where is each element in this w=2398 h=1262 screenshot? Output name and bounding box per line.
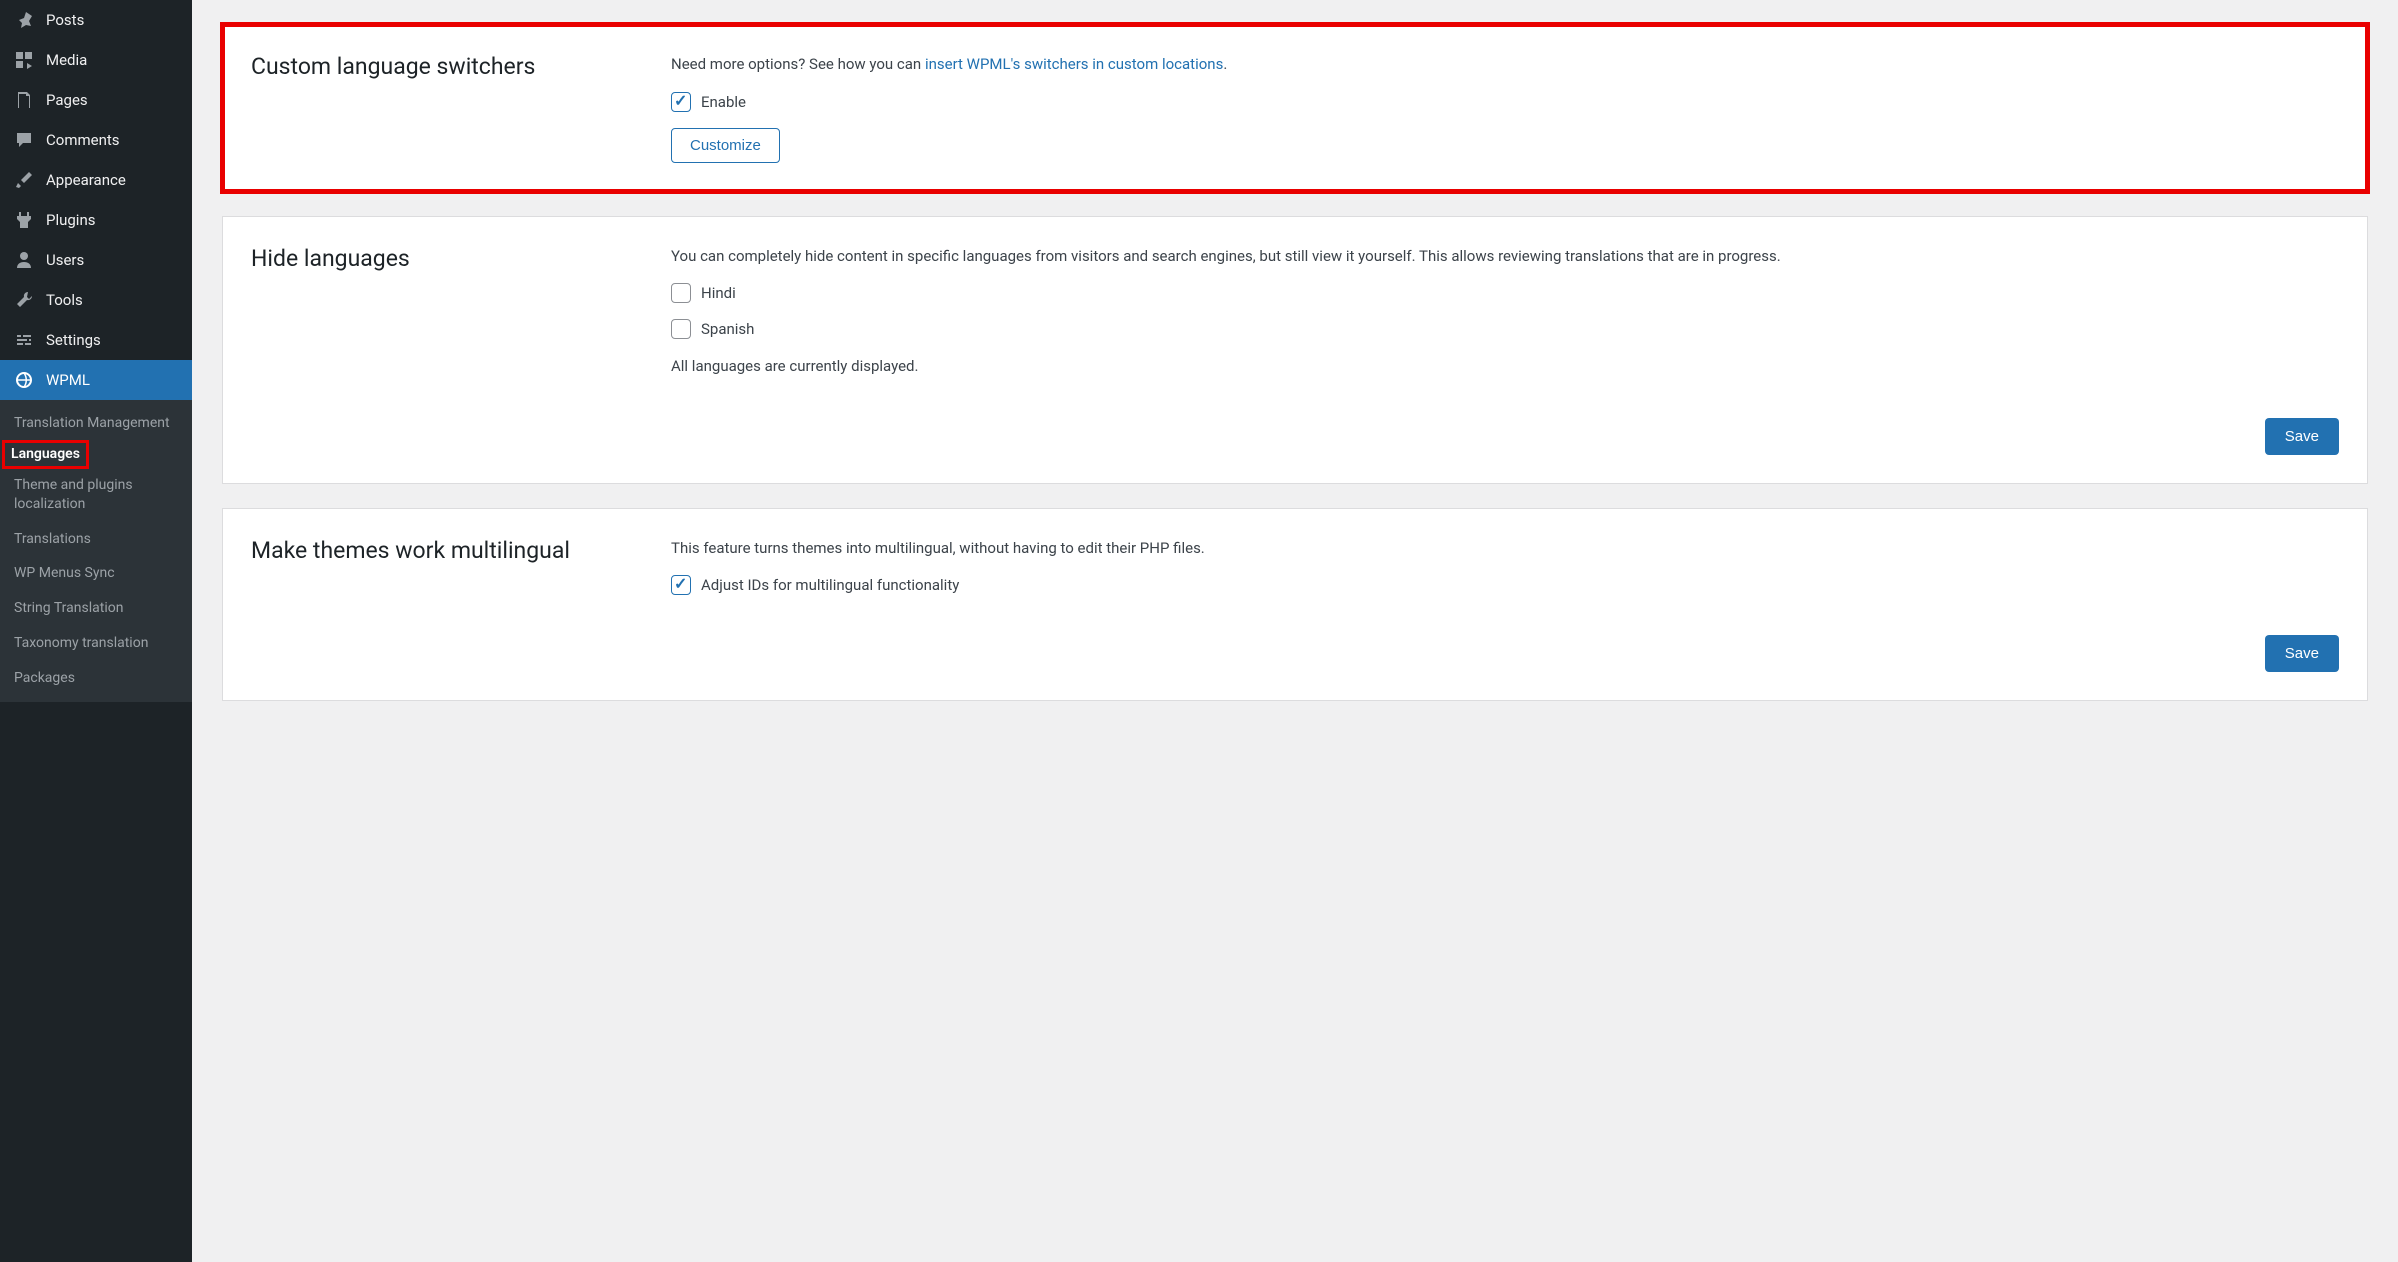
submenu-languages[interactable]: Languages xyxy=(3,441,88,468)
status-text: All languages are currently displayed. xyxy=(671,355,2339,378)
submenu-translations[interactable]: Translations xyxy=(0,522,192,557)
plug-icon xyxy=(12,210,36,230)
custom-switchers-section: Custom language switchers Need more opti… xyxy=(222,24,2368,192)
sidebar-item-label: Tools xyxy=(46,291,83,309)
customize-button[interactable]: Customize xyxy=(671,128,780,163)
page-icon xyxy=(12,90,36,110)
sidebar-item-label: Pages xyxy=(46,91,88,109)
sidebar-item-users[interactable]: Users xyxy=(0,240,192,280)
sidebar-item-label: Media xyxy=(46,51,87,69)
admin-sidebar: Posts Media Pages Comments Appearance Pl… xyxy=(0,0,192,1262)
adjust-ids-checkbox[interactable] xyxy=(671,575,691,595)
sliders-icon xyxy=(12,330,36,350)
save-button[interactable]: Save xyxy=(2265,635,2339,672)
submenu-string-translation[interactable]: String Translation xyxy=(0,591,192,626)
sidebar-item-tools[interactable]: Tools xyxy=(0,280,192,320)
sidebar-item-label: Comments xyxy=(46,131,120,149)
user-icon xyxy=(12,250,36,270)
sidebar-item-posts[interactable]: Posts xyxy=(0,0,192,40)
sidebar-item-comments[interactable]: Comments xyxy=(0,120,192,160)
submenu-theme-localization[interactable]: Theme and plugins localization xyxy=(0,468,192,522)
sidebar-item-wpml[interactable]: WPML xyxy=(0,360,192,400)
section-title: Hide languages xyxy=(251,245,631,394)
checkbox-label: Spanish xyxy=(701,320,754,338)
sidebar-item-pages[interactable]: Pages xyxy=(0,80,192,120)
section-description: This feature turns themes into multiling… xyxy=(671,537,2339,560)
submenu-packages[interactable]: Packages xyxy=(0,661,192,696)
hindi-checkbox[interactable] xyxy=(671,283,691,303)
submenu-translation-management[interactable]: Translation Management xyxy=(0,406,192,441)
checkbox-label: Enable xyxy=(701,93,746,111)
pin-icon xyxy=(12,10,36,30)
hide-languages-section: Hide languages You can completely hide c… xyxy=(222,216,2368,484)
checkbox-label: Adjust IDs for multilingual functionalit… xyxy=(701,576,959,594)
spanish-checkbox[interactable] xyxy=(671,319,691,339)
save-button[interactable]: Save xyxy=(2265,418,2339,455)
wrench-icon xyxy=(12,290,36,310)
sidebar-item-plugins[interactable]: Plugins xyxy=(0,200,192,240)
section-description: You can completely hide content in speci… xyxy=(671,245,2339,268)
sidebar-item-label: WPML xyxy=(46,371,90,389)
section-description: Need more options? See how you can inser… xyxy=(671,53,2339,76)
custom-locations-link[interactable]: insert WPML's switchers in custom locati… xyxy=(925,55,1223,73)
sidebar-item-label: Settings xyxy=(46,331,101,349)
main-content: Custom language switchers Need more opti… xyxy=(192,0,2398,1262)
sidebar-item-label: Plugins xyxy=(46,211,95,229)
sidebar-item-settings[interactable]: Settings xyxy=(0,320,192,360)
sidebar-item-label: Posts xyxy=(46,11,84,29)
submenu-wp-menus-sync[interactable]: WP Menus Sync xyxy=(0,556,192,591)
enable-checkbox[interactable] xyxy=(671,92,691,112)
comment-icon xyxy=(12,130,36,150)
section-title: Make themes work multilingual xyxy=(251,537,631,612)
checkbox-label: Hindi xyxy=(701,284,736,302)
sidebar-item-label: Users xyxy=(46,251,84,269)
sidebar-item-media[interactable]: Media xyxy=(0,40,192,80)
section-title: Custom language switchers xyxy=(251,53,631,163)
submenu-taxonomy-translation[interactable]: Taxonomy translation xyxy=(0,626,192,661)
multilingual-section: Make themes work multilingual This featu… xyxy=(222,508,2368,702)
sidebar-item-label: Appearance xyxy=(46,171,126,189)
media-icon xyxy=(12,50,36,70)
wpml-icon xyxy=(12,370,36,390)
wpml-submenu: Translation Management Languages Theme a… xyxy=(0,400,192,702)
sidebar-item-appearance[interactable]: Appearance xyxy=(0,160,192,200)
brush-icon xyxy=(12,170,36,190)
